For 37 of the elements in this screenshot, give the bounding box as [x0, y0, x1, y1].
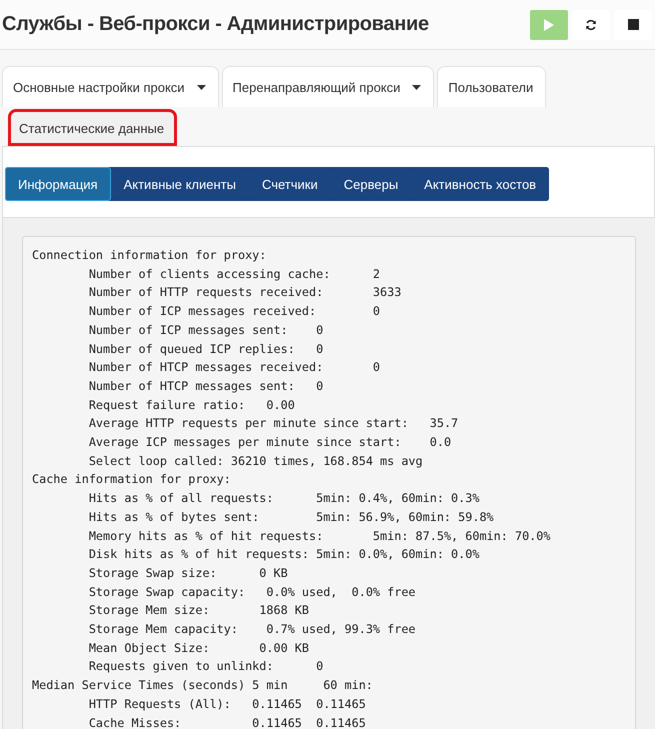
refresh-icon — [585, 18, 597, 30]
output-line: Average HTTP requests per minute since start: 35.7 — [88, 415, 460, 432]
output-line: HTTP Requests (All): 0.11465 0.11465 — [88, 696, 367, 713]
output-line: Connection information for proxy: — [32, 247, 268, 264]
output-line: Number of ICP messages received: 0 — [88, 303, 382, 320]
page-title: Службы - Веб-прокси - Администрирование — [2, 13, 429, 36]
output-line: Storage Swap capacity: 0.0% used, 0.0% free — [88, 584, 417, 601]
output-line: Median Service Times (seconds) 5 min 60 min: — [32, 677, 374, 694]
subtab[interactable]: Информация — [5, 167, 111, 201]
output-line: Hits as % of bytes sent: 5min: 56.9%, 60min: 59.8% — [88, 508, 495, 526]
output-line: Request failure ratio: 0.00 — [88, 396, 296, 414]
output-line: Disk hits as % of hit requests: 5min: 0.0%, 60min: 0.0% — [88, 546, 480, 564]
stop-icon — [628, 19, 638, 30]
output-line: Cache information for proxy: — [32, 471, 232, 488]
output-line: Storage Mem size: 1868 KB — [88, 602, 310, 620]
output-line: Cache Misses: 0.11465 0.11465 — [88, 714, 367, 729]
output-line: Memory hits as % of hit requests: 5min: 87.5%, 60min: 70.0% — [88, 528, 552, 545]
restart-button[interactable] — [572, 10, 610, 40]
play-icon — [543, 18, 555, 32]
output-line: Storage Swap size: 0 KB — [88, 564, 289, 582]
output-line: Requests given to unlinkd: 0 — [88, 658, 324, 676]
output-line: Number of HTCP messages received: 0 — [88, 359, 382, 376]
tab[interactable]: Перенаправляющий прокси — [222, 66, 434, 107]
output-line: Hits as % of all requests: 5min: 0.4%, 60min: 0.3% — [88, 490, 480, 508]
stop-button[interactable] — [614, 10, 652, 40]
output-line: Storage Mem capacity: 0.7% used, 99.3% free — [88, 621, 417, 638]
output-line: Number of queued ICP replies: 0 — [88, 340, 324, 358]
tab[interactable]: Основные настройки прокси — [2, 66, 219, 107]
output-line: Number of HTTP requests received: 3633 — [88, 284, 402, 302]
output-line: Mean Object Size: 0.00 KB — [88, 640, 310, 657]
output-line: Average ICP messages per minute since start: 0.0 — [88, 434, 452, 452]
output-line: Number of ICP messages sent: 0 — [88, 322, 324, 339]
output-line: Number of HTCP messages sent: 0 — [88, 378, 324, 395]
output-line: Select loop called: 36210 times, 168.854 ms avg — [88, 452, 424, 470]
tab[interactable]: Пользователи — [437, 66, 546, 107]
output-line: Number of clients accessing cache: 2 — [88, 266, 382, 283]
tab[interactable]: Статистические данные — [8, 109, 178, 146]
